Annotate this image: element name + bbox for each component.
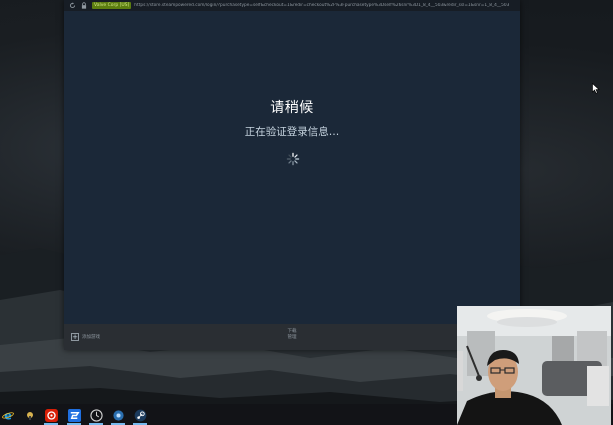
page-content: 请稍候 正在验证登录信息… [64, 11, 520, 324]
downloads-sublabel: 管理 [287, 335, 297, 340]
settings-app-icon[interactable] [110, 407, 126, 425]
url-text[interactable]: https://store.steampowered.com/login/?pu… [134, 3, 514, 8]
page-title: 请稍候 [270, 100, 314, 116]
add-game-label: 添加游戏 [82, 335, 100, 340]
loading-spinner-icon [286, 152, 300, 166]
steam-icon[interactable] [132, 407, 148, 425]
mouse-cursor-icon [592, 83, 600, 94]
webcam-overlay [457, 306, 611, 425]
refresh-icon[interactable] [68, 2, 76, 10]
lock-icon [80, 2, 88, 10]
svg-text:e: e [4, 409, 12, 421]
desktop: Valve Corp [US] https://store.steampower… [0, 0, 613, 425]
webcam-scene [457, 306, 611, 425]
steam-window: Valve Corp [US] https://store.steampower… [64, 0, 520, 350]
app-icon[interactable] [22, 407, 38, 423]
ie-browser-icon[interactable]: e [0, 407, 16, 423]
downloads-button[interactable]: 下载 管理 [282, 329, 302, 341]
certificate-badge: Valve Corp [US] [92, 2, 132, 9]
clock-app-icon[interactable] [88, 407, 104, 425]
add-game-button[interactable]: + 添加游戏 [71, 333, 100, 341]
steam-bottom-bar: + 添加游戏 下载 管理 [64, 324, 520, 350]
plus-icon: + [71, 333, 79, 341]
game-launcher-icon[interactable] [66, 407, 82, 425]
netease-music-icon[interactable] [43, 407, 59, 425]
address-bar[interactable]: Valve Corp [US] https://store.steampower… [64, 0, 520, 11]
page-subtitle: 正在验证登录信息… [244, 126, 340, 138]
